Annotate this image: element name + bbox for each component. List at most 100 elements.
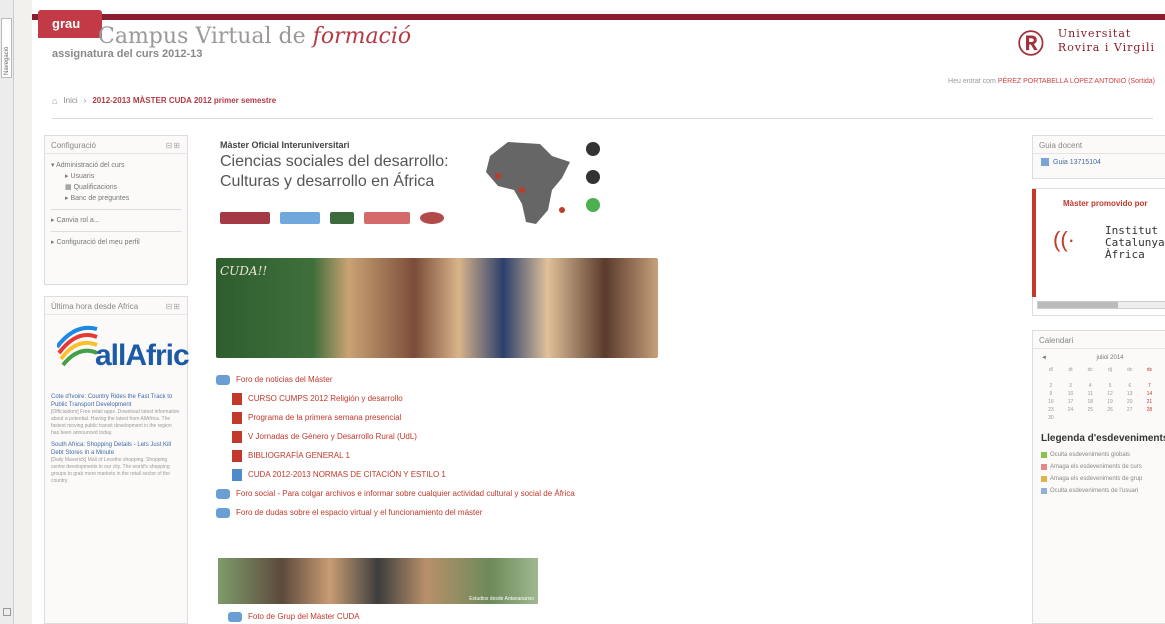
forum-row[interactable]: BIBLIOGRAFÍA GENERAL 1 bbox=[216, 446, 575, 465]
site-subtitle: assignatura del curs 2012-13 bbox=[52, 48, 203, 60]
config-item[interactable]: ▾ Administració del curs bbox=[51, 160, 181, 171]
config-item[interactable]: ▸ Banc de preguntes bbox=[51, 193, 181, 204]
calendar-day[interactable]: 13 bbox=[1120, 391, 1140, 397]
partner-logos bbox=[220, 212, 444, 224]
breadcrumb-home[interactable]: Inici bbox=[63, 96, 77, 106]
login-user-link[interactable]: PÉREZ PORTABELLA LÓPEZ ANTONIO (Sortida) bbox=[998, 78, 1155, 85]
calendar-day[interactable]: 14 bbox=[1140, 391, 1160, 397]
calendar-day[interactable]: 16 bbox=[1041, 399, 1061, 405]
forum-row[interactable]: Foro de noticias del Máster bbox=[216, 370, 575, 389]
forum-row-label: CUDA 2012-2013 NORMAS DE CITACIÓN Y ESTI… bbox=[248, 470, 446, 479]
login-info: Heu entrat com PÉREZ PORTABELLA LÓPEZ AN… bbox=[948, 78, 1155, 85]
forum-row[interactable]: Foro social - Para colgar archivos e inf… bbox=[216, 484, 575, 503]
calendar-day[interactable]: 25 bbox=[1080, 407, 1100, 413]
calendar-weekday: dl bbox=[1048, 367, 1053, 373]
calendar-day[interactable]: 15 bbox=[1159, 391, 1165, 397]
calendar-day[interactable]: 24 bbox=[1061, 407, 1081, 413]
legend-swatch-icon bbox=[1041, 464, 1047, 470]
forum-icon bbox=[216, 488, 230, 499]
page: grau Campus Virtual de formació assignat… bbox=[32, 0, 1165, 624]
calendar-day[interactable]: 7 bbox=[1140, 383, 1160, 389]
calendar-day[interactable]: 1 bbox=[1159, 375, 1165, 381]
news-headline-2[interactable]: South Africa: Shopping Details - Lets Ju… bbox=[51, 441, 181, 457]
calendar-day bbox=[1120, 375, 1140, 381]
calendar-day[interactable]: 21 bbox=[1140, 399, 1160, 405]
university-logo[interactable]: Ⓡ Universitat Rovira i Virgili bbox=[1018, 24, 1155, 60]
calendar-day[interactable]: 20 bbox=[1120, 399, 1140, 405]
logo-tab-label: grau bbox=[52, 16, 81, 31]
news-body-1: [Officialdom] Free retail apps. Download… bbox=[51, 409, 180, 436]
calendar-day[interactable]: 29 bbox=[1159, 407, 1165, 413]
calendar-day[interactable]: 8 bbox=[1159, 383, 1165, 389]
calendar-day[interactable]: 10 bbox=[1061, 391, 1081, 397]
calendar-day[interactable]: 5 bbox=[1100, 383, 1120, 389]
calendar-day[interactable]: 18 bbox=[1080, 399, 1100, 405]
legend-item[interactable]: Amaga els esdeveniments de grup bbox=[1033, 473, 1165, 485]
calendar-weekday: dc bbox=[1087, 367, 1093, 373]
scrollbar-thumb[interactable] bbox=[1038, 302, 1118, 308]
calendar-day[interactable]: 19 bbox=[1100, 399, 1120, 405]
site-title-accent: formació bbox=[312, 24, 412, 49]
calendar-day[interactable]: 28 bbox=[1140, 407, 1160, 413]
calendar-day[interactable]: 6 bbox=[1120, 383, 1140, 389]
partial-link[interactable]: Foto de Grup del Màster CUDA bbox=[228, 612, 360, 622]
calendar-day[interactable]: 17 bbox=[1061, 399, 1081, 405]
config-item[interactable]: ▦ Qualificacions bbox=[51, 182, 181, 193]
calendar-month-label[interactable]: juliol 2014 bbox=[1096, 355, 1123, 361]
prev-month-icon[interactable]: ◄ bbox=[1041, 355, 1047, 361]
legend-item[interactable]: Amaga els esdeveniments de curs bbox=[1033, 461, 1165, 473]
config-item[interactable]: ▸ Canvia rol a... bbox=[51, 215, 181, 226]
config-block-title: Configuració bbox=[51, 141, 96, 150]
calendar-day[interactable]: 30 bbox=[1041, 415, 1061, 421]
dock-icon[interactable] bbox=[3, 608, 11, 616]
calendar-day bbox=[1120, 415, 1140, 421]
site-title-prefix: Campus Virtual de bbox=[98, 24, 306, 49]
seal-icon bbox=[586, 198, 600, 212]
institut-mark-icon: ((· bbox=[1053, 227, 1075, 252]
calendar-day[interactable]: 3 bbox=[1061, 383, 1081, 389]
forum-row[interactable]: Foro de dudas sobre el espacio virtual y… bbox=[216, 503, 575, 522]
news-headline-1[interactable]: Cote d'Ivoire: Country Rides the Fast Tr… bbox=[51, 393, 181, 409]
config-block-header: Configuració ⊟⊞ bbox=[45, 136, 187, 154]
forum-row-label: Foro de dudas sobre el espacio virtual y… bbox=[236, 508, 483, 517]
block-controls-icon[interactable]: ⊟⊞ bbox=[166, 141, 181, 150]
legend-swatch-icon bbox=[1041, 488, 1047, 494]
navigation-tab[interactable]: Navegació bbox=[1, 18, 12, 78]
calendar-day[interactable]: 22 bbox=[1159, 399, 1165, 405]
partner-seal-logo bbox=[420, 212, 444, 224]
calendar-day[interactable]: 23 bbox=[1041, 407, 1061, 413]
teacher-guide-link[interactable]: Guia 13715104 bbox=[1033, 154, 1165, 170]
pdf-icon bbox=[232, 392, 242, 405]
calendar-day bbox=[1140, 375, 1160, 381]
promo-scrollbar[interactable] bbox=[1037, 301, 1165, 309]
africa-map-icon bbox=[486, 142, 570, 224]
group-photo[interactable]: Estudios desde Antananarivo bbox=[218, 558, 538, 604]
legend-item-label: Oculta esdeveniments de l'usuari bbox=[1050, 488, 1139, 494]
calendar-day[interactable]: 26 bbox=[1100, 407, 1120, 413]
login-prefix: Heu entrat com bbox=[948, 78, 996, 85]
forum-row[interactable]: Programa de la primera semana presencial bbox=[216, 408, 575, 427]
calendar-day[interactable]: 12 bbox=[1100, 391, 1120, 397]
calendar-day[interactable]: 11 bbox=[1080, 391, 1100, 397]
banner-line-1: Ciencias sociales del desarrollo: bbox=[220, 153, 449, 170]
allafrica-logo[interactable]: allAfric bbox=[57, 323, 190, 379]
legend-item[interactable]: Oculta esdeveniments globals bbox=[1033, 449, 1165, 461]
forum-row[interactable]: CURSO CUMPS 2012 Religión y desarrollo bbox=[216, 389, 575, 408]
calendar-day[interactable]: 4 bbox=[1080, 383, 1100, 389]
banner-heading: Ciencias sociales del desarrollo: Cultur… bbox=[220, 152, 449, 192]
config-item[interactable]: ▸ Configuració del meu perfil bbox=[51, 237, 181, 248]
block-controls-icon[interactable]: ⊟⊞ bbox=[166, 302, 181, 311]
pdf-icon bbox=[232, 430, 242, 443]
institut-name[interactable]: Institut Catalunya Àfrica bbox=[1105, 225, 1165, 261]
teacher-guide-title: Guia docent bbox=[1039, 141, 1083, 150]
breadcrumb-current[interactable]: 2012-2013 MÀSTER CUDA 2012 primer semest… bbox=[92, 96, 276, 106]
legend-item[interactable]: Oculta esdeveniments de l'usuari bbox=[1033, 485, 1165, 497]
calendar-day[interactable]: 2 bbox=[1041, 383, 1061, 389]
forum-row[interactable]: V Jornadas de Género y Desarrollo Rural … bbox=[216, 427, 575, 446]
forum-row[interactable]: CUDA 2012-2013 NORMAS DE CITACIÓN Y ESTI… bbox=[216, 465, 575, 484]
calendar-day[interactable]: 27 bbox=[1120, 407, 1140, 413]
promo-accent-bar bbox=[1032, 189, 1036, 297]
config-item[interactable]: ▸ Usuaris bbox=[51, 171, 181, 182]
calendar-day[interactable]: 9 bbox=[1041, 391, 1061, 397]
logo-tab[interactable]: grau bbox=[38, 10, 102, 38]
